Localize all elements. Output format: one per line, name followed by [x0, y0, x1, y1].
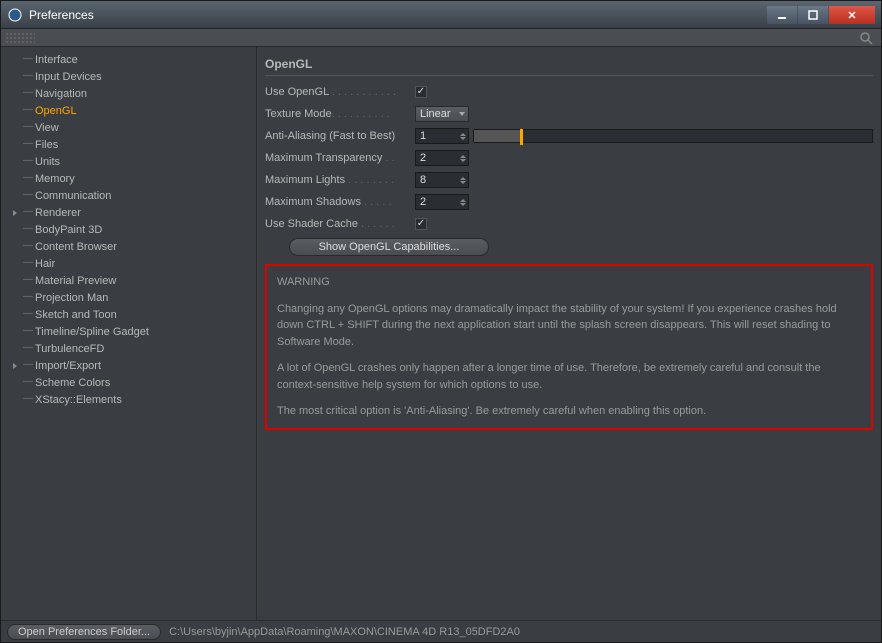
sidebar-item-import-export[interactable]: —Import/Export: [1, 357, 256, 374]
sidebar-item-sketch-and-toon[interactable]: —Sketch and Toon: [1, 306, 256, 323]
anti-aliasing-label: Anti-Aliasing (Fast to Best): [265, 130, 415, 142]
sidebar-item-label: TurbulenceFD: [35, 343, 104, 355]
sidebar-item-scheme-colors[interactable]: —Scheme Colors: [1, 374, 256, 391]
sidebar-item-label: Communication: [35, 190, 111, 202]
max-transparency-label: Maximum Transparency . .: [265, 152, 415, 164]
sidebar-item-projection-man[interactable]: —Projection Man: [1, 289, 256, 306]
toolbar-grip[interactable]: [5, 32, 35, 44]
sidebar-item-hair[interactable]: —Hair: [1, 255, 256, 272]
sidebar-item-label: Projection Man: [35, 292, 108, 304]
minimize-button[interactable]: [767, 6, 797, 24]
sidebar-item-turbulencefd[interactable]: —TurbulenceFD: [1, 340, 256, 357]
sidebar-item-communication[interactable]: —Communication: [1, 187, 256, 204]
sidebar-item-navigation[interactable]: —Navigation: [1, 85, 256, 102]
use-opengl-label: Use OpenGL . . . . . . . . . . .: [265, 86, 415, 98]
shader-cache-checkbox[interactable]: [415, 218, 427, 230]
sidebar-item-label: OpenGL: [35, 105, 77, 117]
sidebar-item-label: Input Devices: [35, 71, 102, 83]
sidebar-item-label: XStacy::Elements: [35, 394, 122, 406]
use-opengl-checkbox[interactable]: [415, 86, 427, 98]
sidebar-item-opengl[interactable]: —OpenGL: [1, 102, 256, 119]
show-capabilities-button[interactable]: Show OpenGL Capabilities...: [289, 238, 489, 256]
max-shadows-label: Maximum Shadows . . . . .: [265, 196, 415, 208]
warning-text-1: Changing any OpenGL options may dramatic…: [277, 301, 861, 351]
max-transparency-spinner[interactable]: 2: [415, 150, 469, 166]
warning-text-3: The most critical option is 'Anti-Aliasi…: [277, 403, 861, 420]
sidebar-item-label: BodyPaint 3D: [35, 224, 102, 236]
sidebar: —Interface—Input Devices—Navigation—Open…: [1, 47, 257, 620]
warning-heading: WARNING: [277, 274, 861, 291]
texture-mode-label: Texture Mode. . . . . . . . . .: [265, 108, 415, 120]
anti-aliasing-spinner[interactable]: 1: [415, 128, 469, 144]
sidebar-item-label: Scheme Colors: [35, 377, 110, 389]
toolbar: [1, 29, 881, 47]
open-preferences-folder-button[interactable]: Open Preferences Folder...: [7, 624, 161, 640]
sidebar-item-label: View: [35, 122, 59, 134]
statusbar: Open Preferences Folder... C:\Users\byji…: [1, 620, 881, 642]
sidebar-item-label: Units: [35, 156, 60, 168]
sidebar-item-label: Content Browser: [35, 241, 117, 253]
sidebar-item-xstacy-elements[interactable]: —XStacy::Elements: [1, 391, 256, 408]
sidebar-item-files[interactable]: —Files: [1, 136, 256, 153]
sidebar-item-material-preview[interactable]: —Material Preview: [1, 272, 256, 289]
max-lights-label: Maximum Lights . . . . . . . .: [265, 174, 415, 186]
sidebar-item-content-browser[interactable]: —Content Browser: [1, 238, 256, 255]
max-lights-spinner[interactable]: 8: [415, 172, 469, 188]
shader-cache-label: Use Shader Cache . . . . . .: [265, 218, 415, 230]
sidebar-item-interface[interactable]: —Interface: [1, 51, 256, 68]
sidebar-item-label: Navigation: [35, 88, 87, 100]
sidebar-item-label: Hair: [35, 258, 55, 270]
sidebar-item-label: Material Preview: [35, 275, 116, 287]
slider-handle[interactable]: [520, 129, 523, 145]
window-title: Preferences: [29, 8, 767, 22]
warning-box: WARNING Changing any OpenGL options may …: [265, 264, 873, 430]
max-shadows-spinner[interactable]: 2: [415, 194, 469, 210]
sidebar-item-input-devices[interactable]: —Input Devices: [1, 68, 256, 85]
close-button[interactable]: [829, 6, 875, 24]
sidebar-item-view[interactable]: —View: [1, 119, 256, 136]
preferences-path: C:\Users\byjin\AppData\Roaming\MAXON\CIN…: [169, 626, 520, 638]
sidebar-item-label: Timeline/Spline Gadget: [35, 326, 149, 338]
sidebar-item-memory[interactable]: —Memory: [1, 170, 256, 187]
texture-mode-dropdown[interactable]: Linear: [415, 106, 469, 122]
sidebar-item-label: Interface: [35, 54, 78, 66]
sidebar-item-bodypaint-3d[interactable]: —BodyPaint 3D: [1, 221, 256, 238]
sidebar-item-label: Renderer: [35, 207, 81, 219]
sidebar-item-units[interactable]: —Units: [1, 153, 256, 170]
sidebar-item-label: Memory: [35, 173, 75, 185]
preferences-window: Preferences —Interface—Input Devices—Nav…: [0, 0, 882, 643]
app-icon: [7, 7, 23, 23]
sidebar-item-label: Import/Export: [35, 360, 101, 372]
chevron-down-icon: [459, 112, 465, 116]
anti-aliasing-slider[interactable]: [473, 129, 873, 143]
panel-title: OpenGL: [265, 53, 873, 76]
sidebar-item-label: Sketch and Toon: [35, 309, 117, 321]
warning-text-2: A lot of OpenGL crashes only happen afte…: [277, 360, 861, 393]
main-panel: OpenGL Use OpenGL . . . . . . . . . . . …: [257, 47, 881, 620]
sidebar-item-timeline-spline-gadget[interactable]: —Timeline/Spline Gadget: [1, 323, 256, 340]
search-icon[interactable]: [859, 31, 873, 45]
titlebar[interactable]: Preferences: [1, 1, 881, 29]
sidebar-item-renderer[interactable]: —Renderer: [1, 204, 256, 221]
maximize-button[interactable]: [798, 6, 828, 24]
sidebar-item-label: Files: [35, 139, 58, 151]
